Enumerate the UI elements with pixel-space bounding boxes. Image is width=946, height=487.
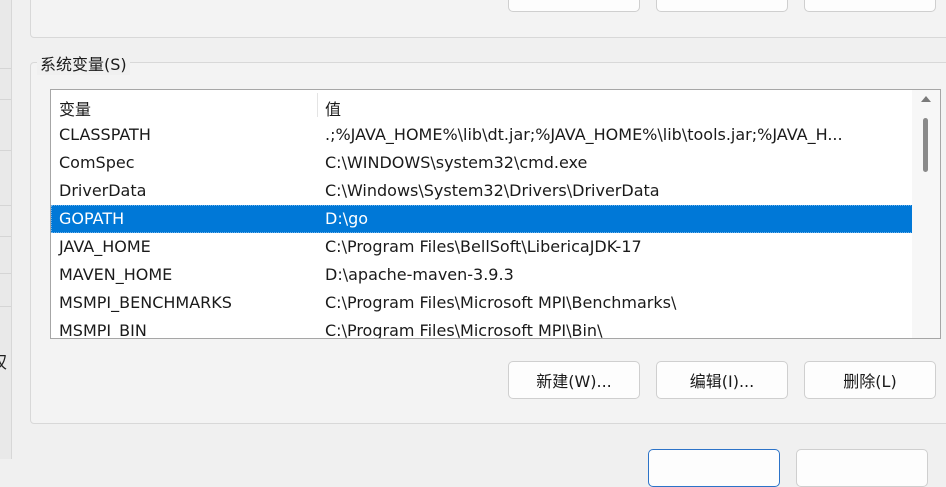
table-row-selected[interactable]: GOPATH D:\go [51, 205, 913, 233]
variable-value: C:\WINDOWS\system32\cmd.exe [325, 153, 588, 172]
edit-button[interactable]: 编辑(I)... [656, 361, 788, 399]
background-window-edge: 权 [0, 0, 12, 459]
table-row[interactable]: MAVEN_HOME D:\apache-maven-3.9.3 [51, 261, 913, 289]
table-row[interactable]: MSMPI_BIN C:\Program Files\Microsoft MPI… [51, 317, 913, 339]
list-header: 变量 值 [51, 90, 913, 119]
variable-value: C:\Program Files\Microsoft MPI\Benchmark… [325, 293, 677, 312]
cancel-button[interactable] [796, 449, 928, 487]
variable-value: C:\Windows\System32\Drivers\DriverData [325, 181, 660, 200]
user-new-button[interactable] [508, 0, 640, 12]
variable-name: MSMPI_BENCHMARKS [59, 293, 232, 312]
column-header-value[interactable]: 值 [325, 96, 341, 120]
table-row[interactable]: ComSpec C:\WINDOWS\system32\cmd.exe [51, 149, 913, 177]
table-row[interactable]: MSMPI_BENCHMARKS C:\Program Files\Micros… [51, 289, 913, 317]
variable-name: GOPATH [59, 209, 125, 228]
scrollbar-thumb[interactable] [923, 118, 928, 172]
variable-name: MAVEN_HOME [59, 265, 173, 284]
variable-name: JAVA_HOME [59, 237, 151, 256]
variable-value: .;%JAVA_HOME%\lib\dt.jar;%JAVA_HOME%\lib… [325, 125, 843, 144]
background-text: 权 [0, 348, 7, 373]
user-edit-button[interactable] [656, 0, 788, 12]
vertical-scrollbar[interactable] [912, 89, 941, 339]
table-row[interactable]: DriverData C:\Windows\System32\Drivers\D… [51, 177, 913, 205]
variable-name: DriverData [59, 181, 147, 200]
ok-button[interactable] [648, 449, 780, 487]
column-header-variable[interactable]: 变量 [59, 96, 91, 120]
variable-name: MSMPI_BIN [59, 321, 147, 339]
variable-value: D:\apache-maven-3.9.3 [325, 265, 514, 284]
system-variables-list[interactable]: 变量 值 CLASSPATH .;%JAVA_HOME%\lib\dt.jar;… [50, 89, 914, 339]
delete-button[interactable]: 删除(L) [804, 361, 936, 399]
user-delete-button[interactable] [804, 0, 936, 12]
table-row[interactable]: JAVA_HOME C:\Program Files\BellSoft\Libe… [51, 233, 913, 261]
column-divider[interactable] [317, 93, 318, 117]
variable-value: C:\Program Files\BellSoft\LibericaJDK-17 [325, 237, 642, 256]
variable-name: CLASSPATH [59, 125, 151, 144]
variable-value: D:\go [325, 209, 369, 228]
variable-value: C:\Program Files\Microsoft MPI\Bin\ [325, 321, 603, 339]
system-variables-label: 系统变量(S) [37, 51, 130, 75]
variable-name: ComSpec [59, 153, 135, 172]
scroll-up-icon[interactable] [921, 96, 931, 102]
new-button[interactable]: 新建(W)... [508, 361, 640, 399]
table-row[interactable]: CLASSPATH .;%JAVA_HOME%\lib\dt.jar;%JAVA… [51, 121, 913, 149]
